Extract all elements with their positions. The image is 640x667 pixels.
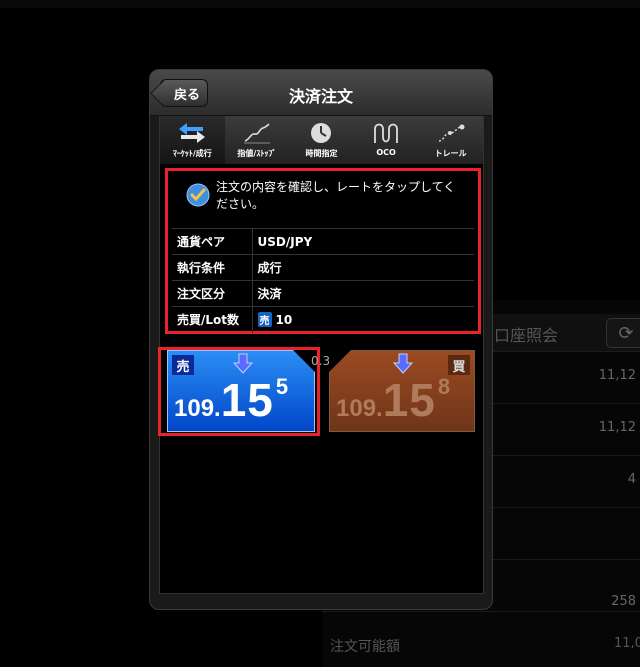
dialog-content: ﾏｰｹｯﾄ/成行 指値/ｽﾄｯﾌﾟ 時間指定 OCO トレール 注文の内容を確認… — [158, 116, 484, 594]
order-confirmation-box: 注文の内容を確認し、レートをタップしてください。 通貨ペア USD/JPY 執行… — [165, 168, 481, 334]
table-row: 執行条件 成行 — [172, 254, 474, 281]
confirmation-text: 注文の内容を確認し、レートをタップしてください。 — [216, 180, 456, 211]
price-prefix: 109. — [336, 395, 383, 422]
row-value: 決済 — [252, 280, 474, 307]
background-footer-label: 注文可能額 — [330, 639, 400, 655]
background-top-bar — [0, 0, 640, 8]
tab-label: トレール — [434, 149, 467, 158]
background-row-value: 258 — [611, 594, 636, 609]
sell-rate-button[interactable]: 売 109. 15 5 — [167, 350, 315, 432]
tab-label: OCO — [376, 148, 396, 157]
row-key: 注文区分 — [172, 280, 253, 307]
down-arrow-icon — [392, 353, 414, 374]
tab-trail[interactable]: トレール — [418, 116, 483, 164]
buy-side-badge: 買 — [448, 355, 470, 375]
tab-label: 指値/ｽﾄｯﾌﾟ — [237, 149, 277, 158]
tab-label: ﾏｰｹｯﾄ/成行 — [172, 149, 212, 158]
background-footer-value: 11,08 — [614, 636, 640, 651]
down-arrow-icon — [232, 353, 254, 374]
trail-icon — [436, 120, 466, 146]
buy-price: 109. 15 8 — [336, 373, 450, 427]
checkmark-icon — [186, 183, 210, 207]
dialog-title: 決済注文 — [288, 87, 353, 106]
background-panel-title: 口座照会 — [494, 326, 559, 345]
limit-stop-icon — [242, 120, 272, 146]
spread-value: 0.3 — [311, 354, 331, 368]
price-main: 15 — [382, 374, 436, 426]
tab-oco[interactable]: OCO — [354, 116, 419, 164]
row-value: 売 10 — [252, 306, 474, 333]
price-pip: 5 — [275, 374, 289, 399]
tile-notch — [329, 350, 351, 372]
buy-rate-button[interactable]: 買 109. 15 8 — [329, 350, 475, 432]
sell-badge: 売 — [257, 312, 272, 328]
oco-icon — [371, 120, 401, 146]
settlement-order-dialog: 戻る 決済注文 ﾏｰｹｯﾄ/成行 指値/ｽﾄｯﾌﾟ 時間指定 OCO トレール … — [149, 69, 493, 610]
row-key: 通貨ペア — [172, 228, 253, 255]
table-row: 通貨ペア USD/JPY — [172, 228, 474, 255]
row-value: 成行 — [252, 254, 474, 281]
tab-time[interactable]: 時間指定 — [289, 116, 354, 164]
refresh-icon[interactable]: ⟳ — [606, 318, 640, 348]
order-type-tabbar: ﾏｰｹｯﾄ/成行 指値/ｽﾄｯﾌﾟ 時間指定 OCO トレール — [160, 116, 483, 164]
background-row-value: 4 — [627, 472, 636, 487]
order-details-table: 通貨ペア USD/JPY 執行条件 成行 注文区分 決済 売買/Lot数 売 1… — [172, 228, 474, 333]
tab-limit-stop[interactable]: 指値/ｽﾄｯﾌﾟ — [225, 116, 290, 164]
row-value: USD/JPY — [252, 228, 474, 255]
table-row: 注文区分 決済 — [172, 280, 474, 307]
row-key: 売買/Lot数 — [172, 306, 253, 333]
sell-price: 109. 15 5 — [174, 373, 288, 427]
lot-count: 10 — [275, 313, 293, 328]
price-pip: 8 — [437, 374, 451, 399]
background-row-value: 11,12 — [598, 420, 636, 435]
table-row: 売買/Lot数 売 10 — [172, 306, 474, 333]
row-key: 執行条件 — [172, 254, 253, 281]
clock-icon — [306, 120, 336, 146]
price-prefix: 109. — [174, 395, 221, 422]
background-row-value: 11,12 — [598, 368, 636, 383]
tab-market[interactable]: ﾏｰｹｯﾄ/成行 — [160, 116, 225, 164]
confirmation-message: 注文の内容を確認し、レートをタップしてください。 — [186, 179, 466, 213]
screen: 口座照会 ⟳ 11,12 11,12 4 258 注文可能額 11,08 戻る … — [0, 0, 640, 667]
dialog-header: 戻る 決済注文 — [150, 70, 492, 116]
price-main: 15 — [220, 374, 274, 426]
sell-side-badge: 売 — [172, 355, 194, 375]
tab-label: 時間指定 — [305, 149, 338, 158]
market-arrows-icon — [177, 120, 207, 146]
